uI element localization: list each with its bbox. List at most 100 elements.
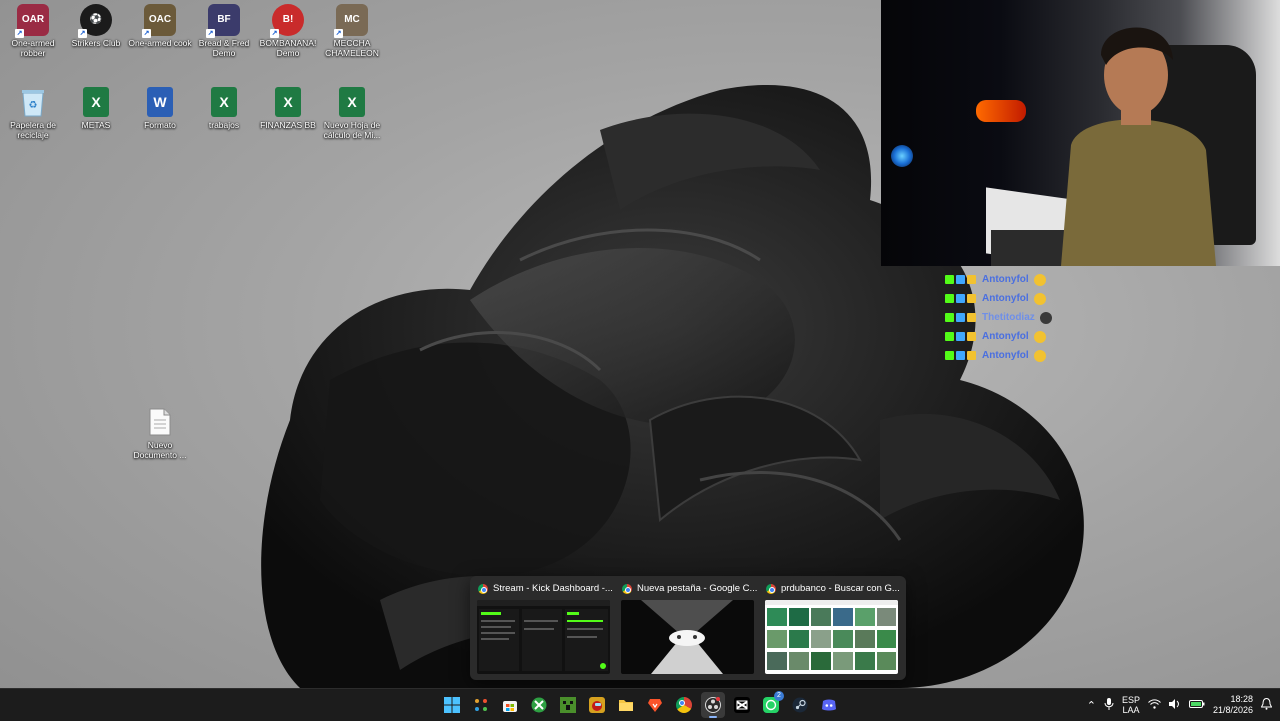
desktop-icon-bread-fred[interactable]: BF ↗ Bread & Fred Demo bbox=[192, 4, 256, 58]
game-button[interactable] bbox=[585, 692, 609, 718]
wifi-icon[interactable] bbox=[1148, 698, 1161, 712]
chat-username: Antonyfol bbox=[982, 350, 1029, 361]
shortcut-arrow-icon: ↗ bbox=[206, 29, 215, 38]
shortcut-arrow-icon: ↗ bbox=[270, 29, 279, 38]
chrome-icon bbox=[766, 583, 776, 594]
kick-badge-icon bbox=[945, 294, 954, 303]
game-oac-icon: OAC ↗ bbox=[142, 4, 176, 38]
subscriber-badge-icon bbox=[956, 332, 965, 341]
excel-file-icon: X bbox=[336, 86, 368, 118]
subscriber-badge-icon bbox=[956, 351, 965, 360]
desktop-icon-nuevo-documento[interactable]: Nuevo Documento ... bbox=[128, 406, 192, 460]
steam-button[interactable] bbox=[788, 692, 812, 718]
svg-text:♻: ♻ bbox=[29, 100, 38, 111]
chrome-button[interactable] bbox=[672, 692, 696, 718]
webcam-streamer bbox=[1061, 27, 1216, 266]
xbox-icon bbox=[531, 697, 547, 713]
store-button[interactable] bbox=[498, 692, 522, 718]
xbox-button[interactable] bbox=[527, 692, 551, 718]
chevron-up-icon[interactable]: ⌃ bbox=[1087, 699, 1096, 712]
microphone-icon[interactable] bbox=[1104, 697, 1114, 713]
obs-icon bbox=[705, 697, 721, 713]
desktop-icon-metas[interactable]: X METAS bbox=[64, 86, 128, 130]
file-explorer-button[interactable] bbox=[614, 692, 638, 718]
gift-badge-icon bbox=[967, 275, 976, 284]
thumbnail-title: Stream - Kick Dashboard -... bbox=[493, 583, 613, 594]
desktop-icon-formato[interactable]: W Formato bbox=[128, 86, 192, 130]
webcam-blue-light bbox=[891, 145, 913, 167]
subscriber-badge-icon bbox=[956, 313, 965, 322]
desktop-icon-nuevo-hoja[interactable]: X Nuevo Hoja de cálculo de Mi... bbox=[320, 86, 384, 140]
kick-badge-icon bbox=[945, 351, 954, 360]
desktop-icon-one-armed-robber[interactable]: OAR ↗ One-armed robber bbox=[1, 4, 65, 58]
chat-message: Antonyfol bbox=[945, 270, 1052, 289]
battery-icon[interactable] bbox=[1188, 699, 1205, 712]
chrome-icon bbox=[622, 583, 632, 594]
whatsapp-unread-badge: 2 bbox=[774, 691, 784, 701]
clock[interactable]: 18:28 21/8/2026 bbox=[1213, 694, 1253, 716]
taskbar-apps: 2 bbox=[440, 689, 841, 721]
store-icon bbox=[503, 701, 517, 712]
desktop-icon-meccha-chameleon[interactable]: MC ↗ MECCHA CHAMELEON bbox=[320, 4, 384, 58]
chrome-icon bbox=[676, 697, 692, 713]
subscriber-badge-icon bbox=[956, 275, 965, 284]
excel-file-icon: X bbox=[80, 86, 112, 118]
desktop-icon-label: Strikers Club bbox=[71, 38, 121, 48]
desktop-icon-label: MECCHA CHAMELEON bbox=[325, 38, 379, 58]
thumbnail-prdubanco-search[interactable]: prdubanco - Buscar con G... bbox=[760, 576, 904, 680]
gift-badge-icon bbox=[967, 332, 976, 341]
minecraft-button[interactable] bbox=[556, 692, 580, 718]
desktop-icon-label: METAS bbox=[81, 120, 111, 130]
task-view-button[interactable] bbox=[469, 692, 493, 718]
chat-username: Antonyfol bbox=[982, 274, 1029, 285]
start-button[interactable] bbox=[440, 692, 464, 718]
kick-badge-icon bbox=[945, 275, 954, 284]
kick-badge-icon bbox=[945, 313, 954, 322]
game-meccha-icon: MC ↗ bbox=[334, 4, 368, 38]
volume-icon[interactable] bbox=[1168, 698, 1181, 712]
recycle-bin-icon: ♻ bbox=[17, 86, 49, 118]
emote-icon bbox=[1033, 273, 1046, 286]
game-strikers-icon: ⚽ ↗ bbox=[78, 4, 112, 38]
clock-time: 18:28 bbox=[1230, 694, 1253, 704]
gift-badge-icon bbox=[967, 351, 976, 360]
desktop-icon-label: Papelera de reciclaje bbox=[10, 120, 56, 140]
shortcut-arrow-icon: ↗ bbox=[78, 29, 87, 38]
thumbnail-kick-dashboard[interactable]: Stream - Kick Dashboard -... bbox=[472, 576, 616, 680]
text-document-icon bbox=[144, 406, 176, 438]
capcut-icon bbox=[734, 697, 750, 713]
shortcut-arrow-icon: ↗ bbox=[142, 29, 151, 38]
desktop-icon-label: Nuevo Hoja de cálculo de Mi... bbox=[323, 120, 381, 140]
chat-username: Antonyfol bbox=[982, 331, 1029, 342]
thumbnail-nueva-pestana[interactable]: Nueva pestaña - Google C... bbox=[616, 576, 760, 680]
desktop-icon-trabajos[interactable]: X trabajos bbox=[192, 86, 256, 130]
discord-button[interactable] bbox=[817, 692, 841, 718]
thumbnail-title: Nueva pestaña - Google C... bbox=[637, 583, 758, 594]
chat-message: Antonyfol bbox=[945, 289, 1052, 308]
thumbnail-preview bbox=[477, 600, 610, 674]
language-indicator[interactable]: ESP LAA bbox=[1122, 695, 1140, 715]
gift-badge-icon bbox=[967, 294, 976, 303]
desktop-icon-finanzas-bb[interactable]: X FINANZAS BB bbox=[256, 86, 320, 130]
chrome-icon bbox=[478, 583, 488, 594]
excel-file-icon: X bbox=[208, 86, 240, 118]
minecraft-icon bbox=[560, 697, 576, 713]
excel-file-icon: X bbox=[272, 86, 304, 118]
steam-icon bbox=[792, 697, 808, 713]
shortcut-arrow-icon: ↗ bbox=[15, 29, 24, 38]
whatsapp-button[interactable]: 2 bbox=[759, 691, 784, 718]
desktop-icon-strikers-club[interactable]: ⚽ ↗ Strikers Club bbox=[64, 4, 128, 48]
notification-bell-icon[interactable] bbox=[1260, 697, 1273, 713]
taskbar-thumbnail-popup: Stream - Kick Dashboard -... Nueva pesta… bbox=[470, 576, 906, 680]
subscriber-badge-icon bbox=[956, 294, 965, 303]
capcut-button[interactable] bbox=[730, 692, 754, 718]
folder-icon bbox=[619, 700, 633, 711]
obs-button[interactable] bbox=[701, 692, 725, 718]
thumbnail-preview bbox=[621, 600, 754, 674]
desktop-icon-label: Formato bbox=[144, 120, 176, 130]
desktop-icon-recycle-bin[interactable]: ♻ Papelera de reciclaje bbox=[1, 86, 65, 140]
brave-button[interactable] bbox=[643, 692, 667, 718]
desktop-icon-bombanana[interactable]: B! ↗ BOMBANANA! Demo bbox=[256, 4, 320, 58]
desktop-icon-label: One-armed cook bbox=[128, 38, 192, 48]
desktop-icon-one-armed-cook[interactable]: OAC ↗ One-armed cook bbox=[128, 4, 192, 48]
